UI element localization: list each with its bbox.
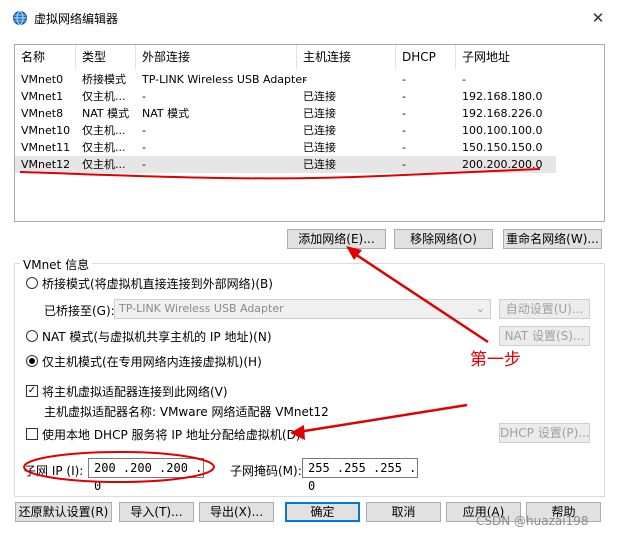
bridge-mode-radio[interactable] — [26, 277, 38, 289]
table-row[interactable]: VMnet11 仅主机... - 已连接 - 150.150.150.0 — [15, 139, 556, 156]
subnet-mask-field[interactable]: 255 .255 .255 . 0 — [302, 458, 418, 493]
title-bar: 虚拟网络编辑器 ✕ — [0, 0, 619, 36]
watermark: CSDN @huazai198 — [476, 514, 589, 528]
nat-settings-button[interactable]: NAT 设置(S)... — [499, 326, 590, 346]
bridge-mode-label: 桥接模式(将虚拟机直接连接到外部网络)(B) — [42, 277, 273, 291]
add-network-button[interactable]: 添加网络(E)... — [287, 229, 386, 249]
step-annotation: 第一步 — [470, 350, 521, 370]
adapter-name-label: 主机虚拟适配器名称: VMware 网络适配器 VMnet12 — [44, 405, 329, 419]
rename-network-button[interactable]: 重命名网络(W)... — [503, 229, 602, 249]
table-row[interactable]: VMnet10 仅主机... - 已连接 - 100.100.100.0 — [15, 122, 556, 139]
column-header-host[interactable]: 主机连接 — [297, 45, 396, 69]
table-row-selected[interactable]: VMnet12 仅主机... - 已连接 - 200.200.200.0 — [15, 156, 556, 173]
close-icon: ✕ — [591, 9, 605, 27]
ok-button[interactable]: 确定 — [285, 502, 360, 522]
dhcp-label: 使用本地 DHCP 服务将 IP 地址分配给虚拟机(D) — [42, 428, 301, 442]
table-row[interactable]: VMnet1 仅主机... - 已连接 - 192.168.180.0 — [15, 88, 556, 105]
table-row[interactable]: VMnet8 NAT 模式 NAT 模式 已连接 - 192.168.226.0 — [15, 105, 556, 122]
globe-network-icon — [12, 10, 28, 26]
auto-settings-button[interactable]: 自动设置(U)... — [499, 299, 590, 319]
subnet-mask-label: 子网掩码(M): — [230, 464, 302, 478]
vmnet-info-label: VMnet 信息 — [20, 256, 93, 273]
remove-network-button[interactable]: 移除网络(O) — [394, 229, 493, 249]
window-title: 虚拟网络编辑器 — [34, 12, 119, 26]
connect-adapter-label: 将主机虚拟适配器连接到此网络(V) — [42, 385, 228, 399]
export-button[interactable]: 导出(X)... — [199, 502, 274, 522]
nat-mode-label: NAT 模式(与虚拟机共享主机的 IP 地址)(N) — [42, 330, 272, 344]
dhcp-settings-button[interactable]: DHCP 设置(P)... — [499, 423, 590, 443]
restore-defaults-button[interactable]: 还原默认设置(R) — [15, 502, 112, 522]
close-button[interactable]: ✕ — [586, 6, 610, 30]
subnet-ip-label: 子网 IP (I): — [24, 464, 84, 478]
dhcp-checkbox[interactable] — [26, 428, 38, 440]
import-button[interactable]: 导入(T)... — [119, 502, 194, 522]
network-list[interactable]: 名称 类型 外部连接 主机连接 DHCP 子网地址 VMnet0 桥接模式 TP… — [14, 44, 605, 222]
bridged-to-label: 已桥接至(G): — [44, 304, 115, 318]
cancel-button[interactable]: 取消 — [366, 502, 441, 522]
host-only-radio[interactable] — [26, 355, 38, 367]
table-row[interactable]: VMnet0 桥接模式 TP-LINK Wireless USB Adapter… — [15, 71, 556, 88]
host-only-label: 仅主机模式(在专用网络内连接虚拟机)(H) — [42, 355, 262, 369]
column-header-external[interactable]: 外部连接 — [136, 45, 297, 69]
column-header-dhcp[interactable]: DHCP — [396, 45, 456, 69]
chevron-down-icon: ⌄ — [475, 302, 485, 315]
nat-mode-radio[interactable] — [26, 330, 38, 342]
column-header-name[interactable]: 名称 — [15, 45, 76, 69]
column-header-subnet[interactable]: 子网地址 — [456, 45, 556, 69]
bridged-to-select[interactable]: TP-LINK Wireless USB Adapter ⌄ — [114, 299, 491, 319]
connect-adapter-checkbox[interactable]: ✓ — [26, 385, 38, 397]
subnet-ip-field[interactable]: 200 .200 .200 . 0 — [88, 458, 204, 493]
column-header-type[interactable]: 类型 — [76, 45, 136, 69]
